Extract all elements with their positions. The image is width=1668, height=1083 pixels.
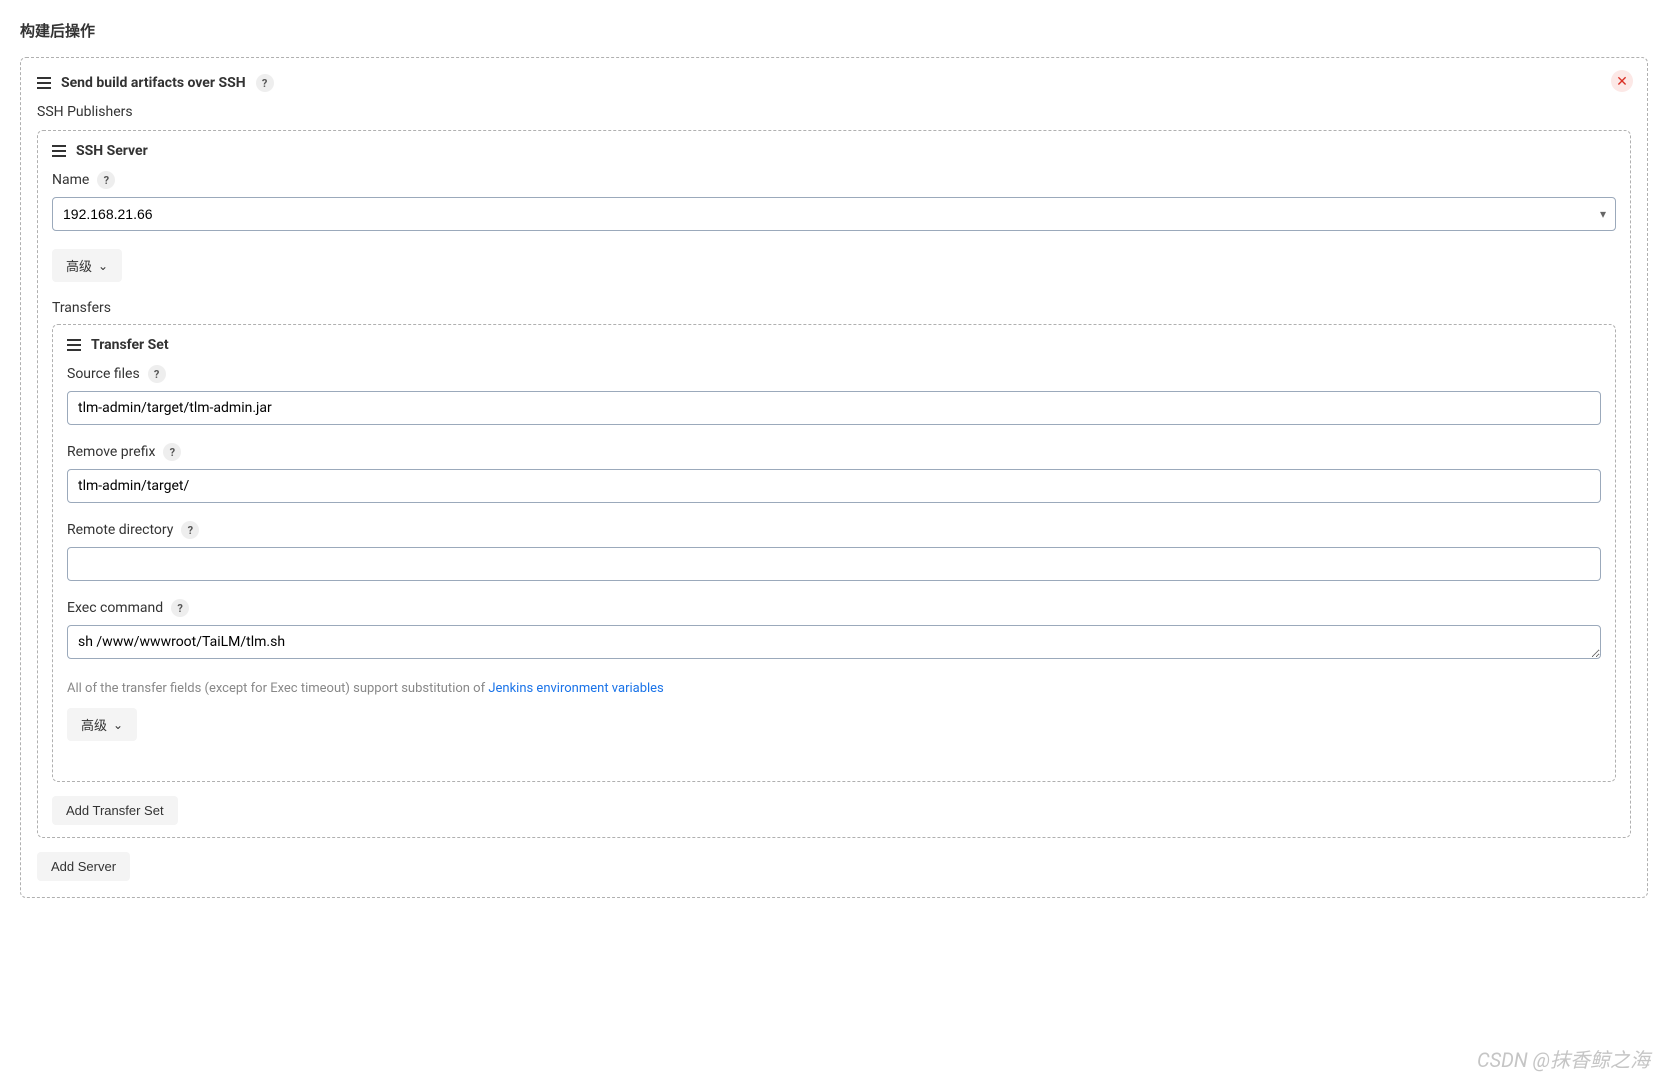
- transfers-label: Transfers: [52, 300, 1616, 316]
- ssh-server-container: SSH Server Name ? 192.168.21.66 高级 ⌄ Tra…: [37, 130, 1631, 838]
- transfer-set-title: Transfer Set: [91, 337, 169, 353]
- remove-prefix-label: Remove prefix: [67, 444, 155, 460]
- transfer-set-container: Transfer Set Source files ? Remove prefi…: [52, 324, 1616, 782]
- advanced-button[interactable]: 高级 ⌄: [52, 249, 122, 282]
- remove-step-button[interactable]: ✕: [1611, 70, 1633, 92]
- remote-directory-label: Remote directory: [67, 522, 173, 538]
- help-icon[interactable]: ?: [171, 599, 189, 617]
- remote-directory-input[interactable]: [67, 547, 1601, 581]
- help-icon[interactable]: ?: [163, 443, 181, 461]
- drag-handle-icon[interactable]: [52, 145, 66, 157]
- ssh-server-header: SSH Server: [52, 143, 1616, 159]
- help-icon[interactable]: ?: [148, 365, 166, 383]
- close-icon: ✕: [1616, 73, 1628, 90]
- chevron-down-icon: ⌄: [98, 259, 108, 273]
- watermark: CSDN @抹香鲸之海: [1477, 1044, 1650, 1073]
- advanced-label: 高级: [66, 256, 92, 275]
- source-files-group: Source files ?: [67, 365, 1601, 425]
- source-files-label: Source files: [67, 366, 140, 382]
- remove-prefix-input[interactable]: [67, 469, 1601, 503]
- build-step-header: Send build artifacts over SSH ?: [37, 74, 1631, 92]
- section-title: 构建后操作: [20, 20, 1648, 41]
- server-name-select[interactable]: 192.168.21.66: [52, 197, 1616, 231]
- name-field-group: Name ? 192.168.21.66: [52, 171, 1616, 231]
- remote-directory-group: Remote directory ?: [67, 521, 1601, 581]
- advanced-label: 高级: [81, 715, 107, 734]
- help-icon[interactable]: ?: [181, 521, 199, 539]
- env-variables-link[interactable]: Jenkins environment variables: [488, 681, 663, 696]
- build-step-container: ✕ Send build artifacts over SSH ? SSH Pu…: [20, 57, 1648, 898]
- info-text-prefix: All of the transfer fields (except for E…: [67, 681, 488, 696]
- add-transfer-set-button[interactable]: Add Transfer Set: [52, 796, 178, 825]
- help-icon[interactable]: ?: [256, 74, 274, 92]
- ssh-publishers-label: SSH Publishers: [37, 104, 1631, 120]
- add-server-button[interactable]: Add Server: [37, 852, 130, 881]
- advanced-row: 高级 ⌄: [52, 249, 1616, 282]
- help-icon[interactable]: ?: [97, 171, 115, 189]
- drag-handle-icon[interactable]: [67, 339, 81, 351]
- remove-prefix-group: Remove prefix ?: [67, 443, 1601, 503]
- ssh-server-title: SSH Server: [76, 143, 148, 159]
- drag-handle-icon[interactable]: [37, 77, 51, 89]
- source-files-input[interactable]: [67, 391, 1601, 425]
- transfer-set-header: Transfer Set: [67, 337, 1601, 353]
- name-label: Name: [52, 172, 89, 188]
- exec-command-textarea[interactable]: sh /www/wwwroot/TaiLM/tlm.sh: [67, 625, 1601, 659]
- info-text: All of the transfer fields (except for E…: [67, 681, 1601, 696]
- build-step-title: Send build artifacts over SSH: [61, 75, 246, 91]
- chevron-down-icon: ⌄: [113, 718, 123, 732]
- exec-command-label: Exec command: [67, 600, 163, 616]
- exec-command-group: Exec command ? sh /www/wwwroot/TaiLM/tlm…: [67, 599, 1601, 663]
- transfer-advanced-button[interactable]: 高级 ⌄: [67, 708, 137, 741]
